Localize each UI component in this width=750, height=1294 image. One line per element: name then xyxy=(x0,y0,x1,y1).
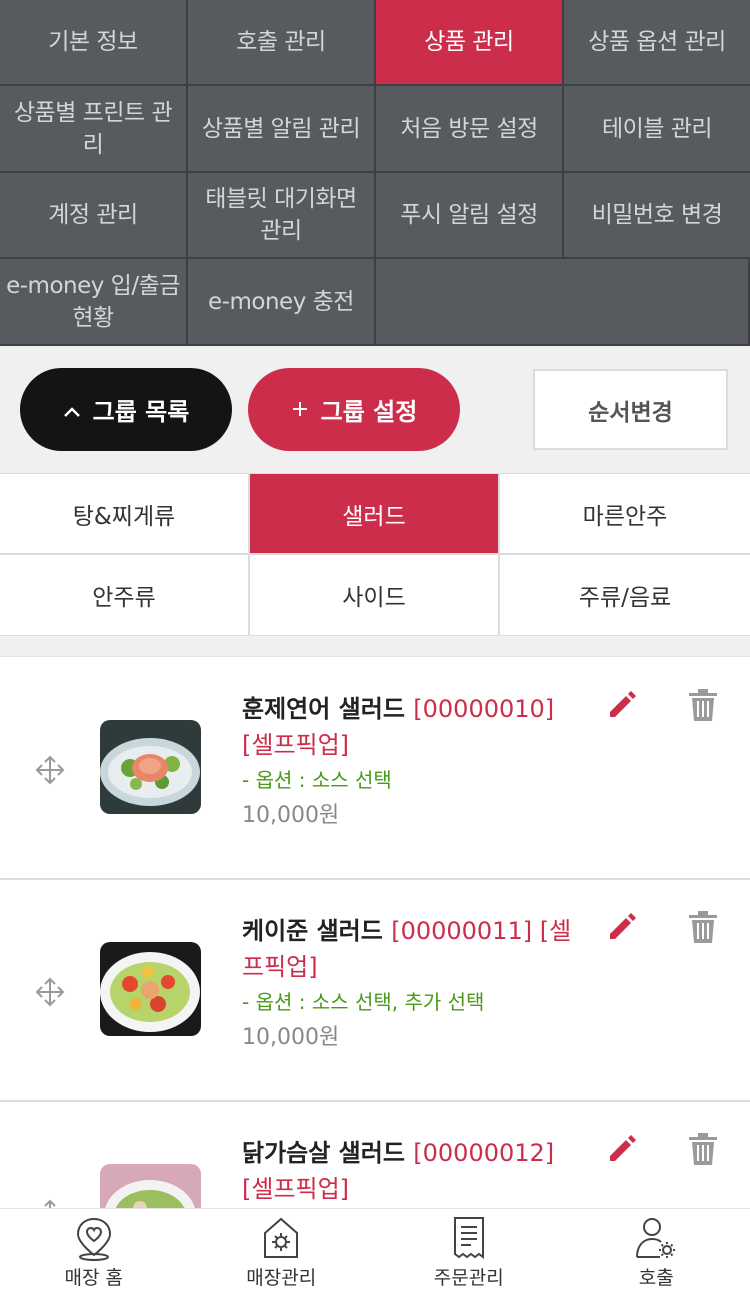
menu-product-print-management[interactable]: 상품별 프린트 관리 xyxy=(0,86,188,173)
group-settings-button[interactable]: 그룹 설정 xyxy=(248,368,460,451)
product-name: 닭가슴살 샐러드 xyxy=(242,1139,405,1167)
category-tab-side[interactable]: 사이드 xyxy=(250,555,500,637)
category-tab-salad[interactable]: 샐러드 xyxy=(250,474,500,555)
product-price: 10,000원 xyxy=(242,1025,340,1050)
pencil-icon[interactable] xyxy=(606,1132,638,1164)
product-title: 케이준 샐러드 [00000011] [셀프픽업] xyxy=(242,913,587,985)
menu-call-management[interactable]: 호출 관리 xyxy=(188,0,376,86)
menu-product-management[interactable]: 상품 관리 xyxy=(376,0,564,86)
pencil-icon[interactable] xyxy=(606,910,638,942)
pencil-icon[interactable] xyxy=(606,688,638,720)
category-tab-stew[interactable]: 탕&찌게류 xyxy=(0,474,250,555)
order-receipt-icon xyxy=(453,1217,484,1259)
group-list-label: 그룹 목록 xyxy=(92,398,190,426)
category-tabs: 탕&찌게류 샐러드 마른안주 안주류 사이드 주류/음료 xyxy=(0,473,750,637)
product-row: 훈제연어 샐러드 [00000010] [셀프픽업] - 옵션 : 소스 선택 … xyxy=(0,658,750,880)
product-option: - 옵션 : 소스 선택, 추가 선택 xyxy=(242,990,485,1014)
product-title: 훈제연어 샐러드 [00000010] [셀프픽업] xyxy=(242,691,587,763)
category-tab-drinks[interactable]: 주류/음료 xyxy=(500,555,750,637)
product-row: 닭가슴살 샐러드 [00000012] [셀프픽업] xyxy=(0,1102,750,1208)
menu-basic-info[interactable]: 기본 정보 xyxy=(0,0,188,86)
change-order-button[interactable]: 순서변경 xyxy=(533,369,728,450)
move-handle-icon[interactable] xyxy=(33,1197,67,1208)
top-menu-grid: 기본 정보 호출 관리 상품 관리 상품 옵션 관리 상품별 프린트 관리 상품… xyxy=(0,0,750,346)
product-thumbnail xyxy=(100,1164,201,1208)
product-option: - 옵션 : 소스 선택 xyxy=(242,768,392,792)
store-settings-icon xyxy=(264,1217,299,1258)
menu-product-option-management[interactable]: 상품 옵션 관리 xyxy=(564,0,750,86)
menu-account-management[interactable]: 계정 관리 xyxy=(0,173,188,259)
category-tab-dry-snacks[interactable]: 마른안주 xyxy=(500,474,750,555)
group-list-button[interactable]: 그룹 목록 xyxy=(20,368,232,451)
nav-label: 호출 xyxy=(638,1267,674,1289)
menu-product-alert-management[interactable]: 상품별 알림 관리 xyxy=(188,86,376,173)
menu-tablet-standby-management[interactable]: 태블릿 대기화면 관리 xyxy=(188,173,376,259)
move-handle-icon[interactable] xyxy=(33,753,67,787)
menu-emoney-history[interactable]: e-money 입/출금 현황 xyxy=(0,259,188,346)
section-divider xyxy=(0,636,750,657)
plus-icon xyxy=(291,396,309,424)
menu-table-management[interactable]: 테이블 관리 xyxy=(564,86,750,173)
menu-emoney-charge[interactable]: e-money 충전 xyxy=(188,259,376,346)
action-bar: 그룹 목록 그룹 설정 순서변경 xyxy=(0,346,750,473)
group-settings-label: 그룹 설정 xyxy=(320,398,418,426)
nav-order-management[interactable]: 주문관리 xyxy=(375,1209,563,1294)
chevron-up-icon xyxy=(63,396,81,424)
product-price: 10,000원 xyxy=(242,803,340,828)
trash-icon[interactable] xyxy=(688,688,718,722)
nav-staff-call[interactable]: 호출 xyxy=(563,1209,750,1294)
trash-icon[interactable] xyxy=(688,910,718,944)
nav-label: 주문관리 xyxy=(433,1267,504,1289)
product-thumbnail xyxy=(100,720,201,814)
bottom-navigation: 매장 홈 매장관리 주문관리 호출 xyxy=(0,1208,750,1294)
nav-store-home[interactable]: 매장 홈 xyxy=(0,1209,188,1294)
nav-store-management[interactable]: 매장관리 xyxy=(188,1209,376,1294)
nav-label: 매장 홈 xyxy=(64,1267,123,1289)
category-tab-anju[interactable]: 안주류 xyxy=(0,555,250,637)
product-title: 닭가슴살 샐러드 [00000012] [셀프픽업] xyxy=(242,1135,587,1207)
product-row: 케이준 샐러드 [00000011] [셀프픽업] - 옵션 : 소스 선택, … xyxy=(0,880,750,1102)
menu-empty-cell xyxy=(376,259,750,346)
move-handle-icon[interactable] xyxy=(33,975,67,1009)
product-thumbnail xyxy=(100,942,201,1036)
staff-call-icon xyxy=(636,1218,676,1258)
nav-label: 매장관리 xyxy=(246,1267,317,1289)
product-name: 케이준 샐러드 xyxy=(242,917,383,945)
menu-first-visit-settings[interactable]: 처음 방문 설정 xyxy=(376,86,564,173)
product-name: 훈제연어 샐러드 xyxy=(242,695,405,723)
trash-icon[interactable] xyxy=(688,1132,718,1166)
menu-change-password[interactable]: 비밀번호 변경 xyxy=(564,173,750,259)
product-list: 훈제연어 샐러드 [00000010] [셀프픽업] - 옵션 : 소스 선택 … xyxy=(0,658,750,1208)
menu-push-notification-settings[interactable]: 푸시 알림 설정 xyxy=(376,173,564,259)
store-home-icon xyxy=(76,1217,111,1261)
